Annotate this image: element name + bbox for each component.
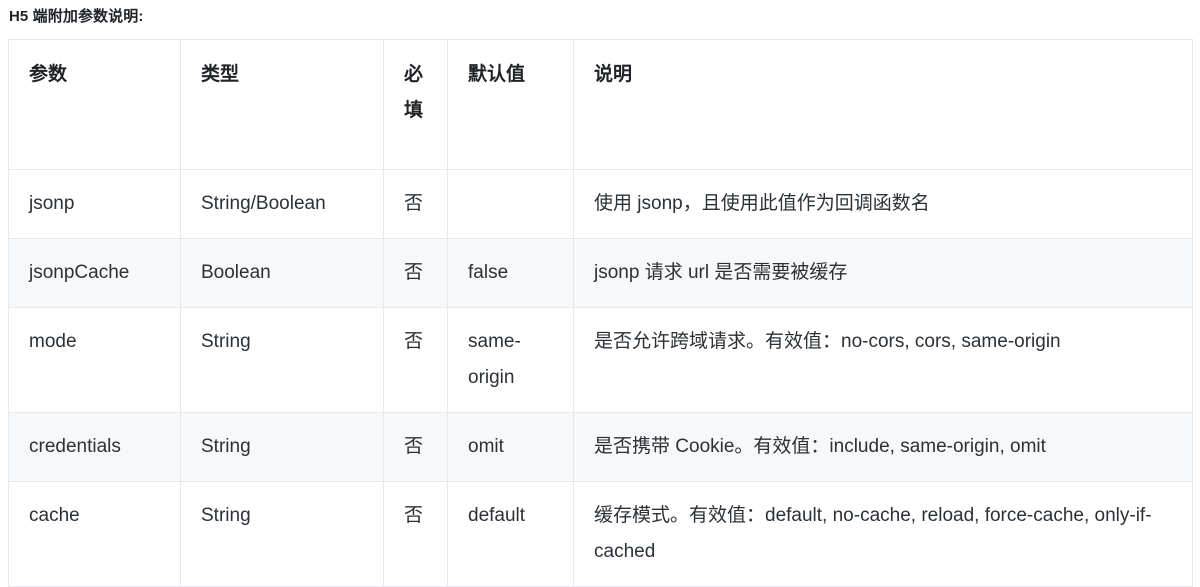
table-header-row: 参数 类型 必填 默认值 说明: [8, 39, 1193, 170]
cell-required: 否: [383, 169, 448, 239]
column-header-desc: 说明: [573, 39, 1193, 170]
cell-desc: 缓存模式。有效值：default, no-cache, reload, forc…: [573, 481, 1193, 587]
cell-default: same-origin: [447, 307, 574, 413]
table-row: cache String 否 default 缓存模式。有效值：default,…: [8, 481, 1193, 587]
parameters-table: 参数 类型 必填 默认值 说明 jsonp String/Boolean 否 使…: [8, 39, 1193, 587]
table-row: credentials String 否 omit 是否携带 Cookie。有效…: [8, 412, 1193, 482]
cell-required: 否: [383, 307, 448, 413]
page-title: H5 端附加参数说明:: [9, 8, 144, 25]
cell-default: false: [447, 238, 574, 308]
cell-type: String: [180, 307, 384, 413]
cell-desc: jsonp 请求 url 是否需要被缓存: [573, 238, 1193, 308]
column-header-param: 参数: [8, 39, 181, 170]
cell-default: [447, 169, 574, 239]
cell-desc: 使用 jsonp，且使用此值作为回调函数名: [573, 169, 1193, 239]
cell-required: 否: [383, 412, 448, 482]
cell-required: 否: [383, 481, 448, 587]
cell-param: credentials: [8, 412, 181, 482]
table-header: 参数 类型 必填 默认值 说明: [8, 39, 1193, 170]
cell-required: 否: [383, 238, 448, 308]
column-header-type: 类型: [180, 39, 384, 170]
cell-param: jsonpCache: [8, 238, 181, 308]
cell-desc: 是否携带 Cookie。有效值：include, same-origin, om…: [573, 412, 1193, 482]
cell-type: String/Boolean: [180, 169, 384, 239]
table-row: mode String 否 same-origin 是否允许跨域请求。有效值：n…: [8, 307, 1193, 413]
table-row: jsonpCache Boolean 否 false jsonp 请求 url …: [8, 238, 1193, 308]
cell-default: omit: [447, 412, 574, 482]
document-page: H5 端附加参数说明: 参数 类型 必填 默认值 说明 jsonp String…: [0, 0, 1200, 587]
cell-default: default: [447, 481, 574, 587]
column-header-required: 必填: [383, 39, 448, 170]
cell-param: jsonp: [8, 169, 181, 239]
column-header-default: 默认值: [447, 39, 574, 170]
cell-type: String: [180, 412, 384, 482]
cell-desc: 是否允许跨域请求。有效值：no-cors, cors, same-origin: [573, 307, 1193, 413]
table-body: jsonp String/Boolean 否 使用 jsonp，且使用此值作为回…: [8, 169, 1193, 587]
cell-type: String: [180, 481, 384, 587]
cell-type: Boolean: [180, 238, 384, 308]
table-row: jsonp String/Boolean 否 使用 jsonp，且使用此值作为回…: [8, 169, 1193, 239]
cell-param: mode: [8, 307, 181, 413]
cell-param: cache: [8, 481, 181, 587]
